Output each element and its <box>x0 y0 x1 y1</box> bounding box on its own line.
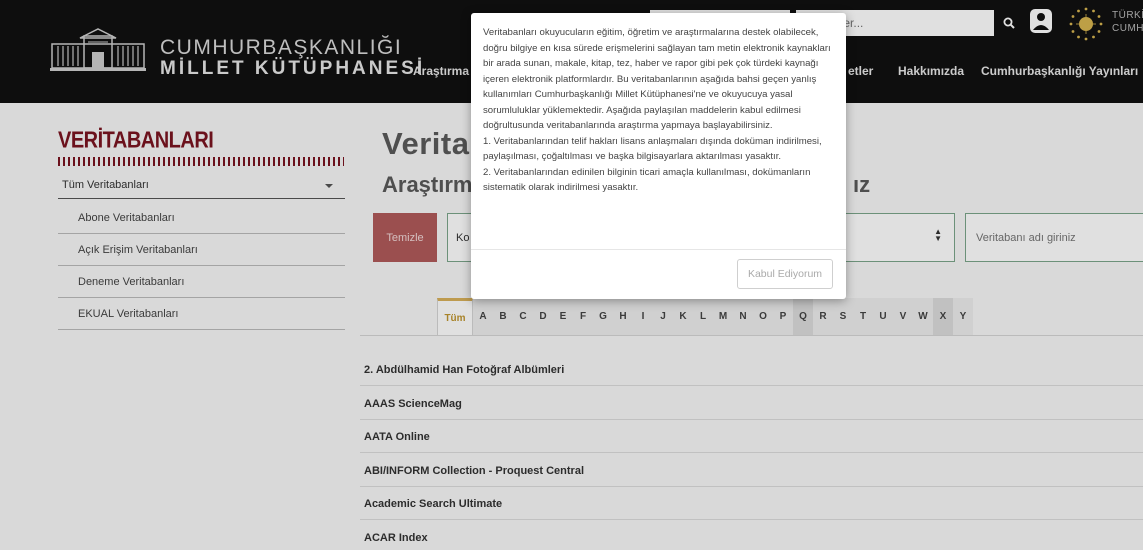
terms-rule-1: 1. Veritabanlarından telif hakları lisan… <box>483 135 822 163</box>
terms-modal-body: Veritabanları okuyucuların eğitim, öğret… <box>483 25 833 196</box>
accept-button[interactable]: Kabul Ediyorum <box>737 259 833 289</box>
terms-intro-text: Veritabanları okuyucuların eğitim, öğret… <box>483 27 831 131</box>
terms-rule-2: 2. Veritabanlarından edinilen bilginin t… <box>483 166 811 194</box>
modal-divider <box>471 249 846 250</box>
terms-modal: Veritabanları okuyucuların eğitim, öğret… <box>471 13 846 299</box>
